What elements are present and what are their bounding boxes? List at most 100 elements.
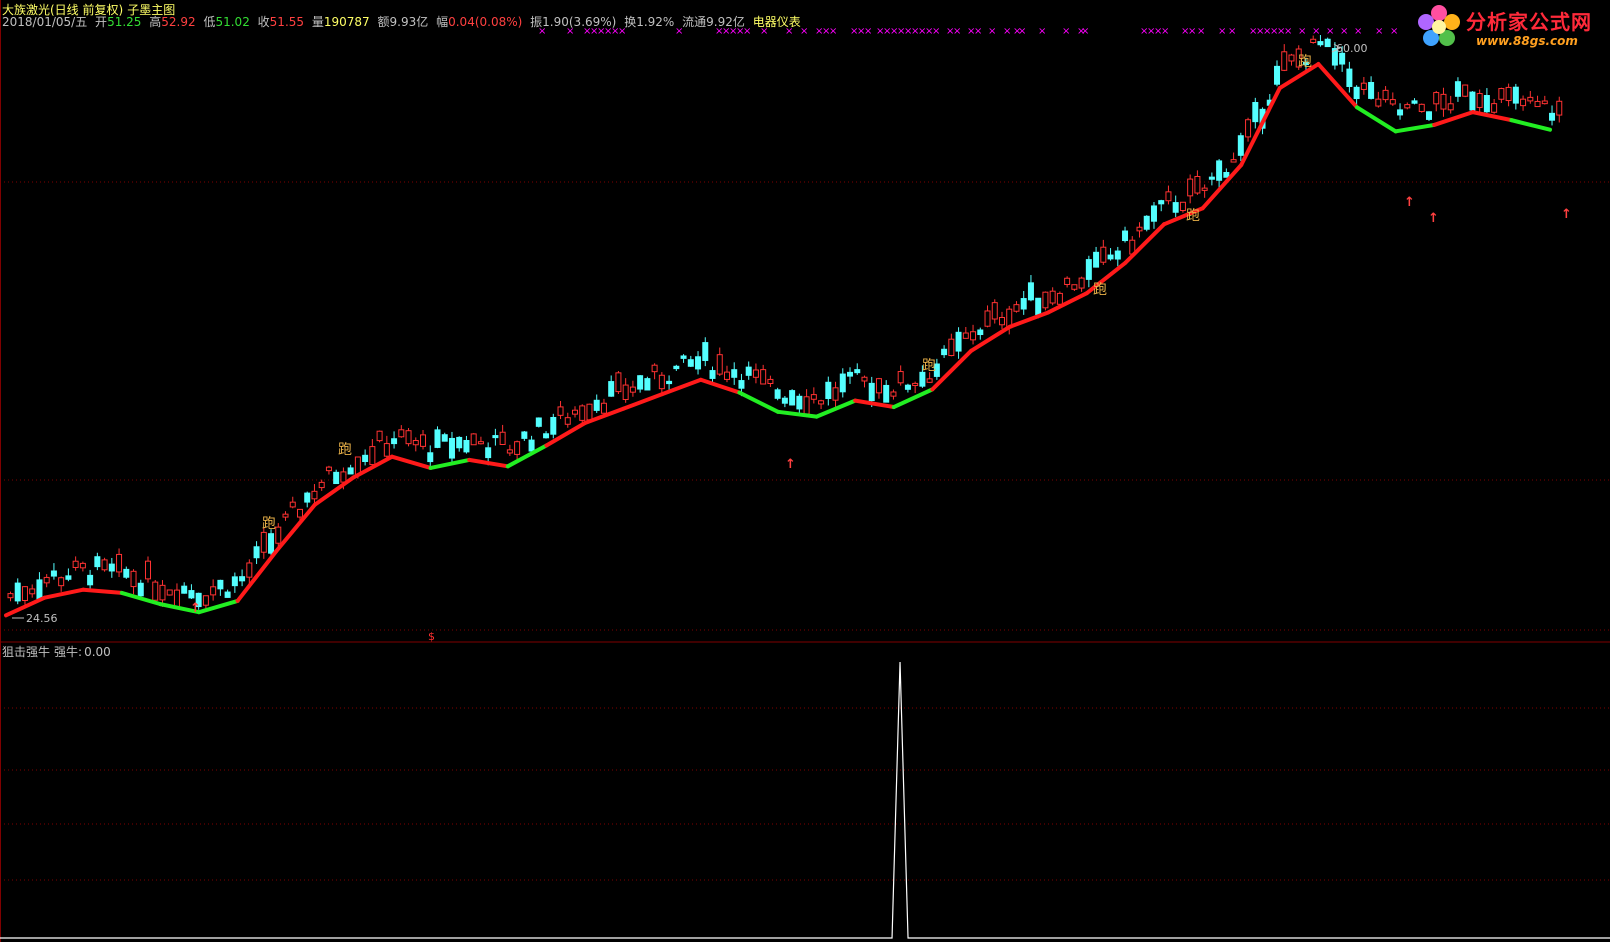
series-value: 0.00 <box>84 645 111 659</box>
candle-body <box>1187 178 1194 197</box>
candle-body <box>202 595 209 606</box>
candle-body <box>29 588 36 595</box>
candle-body <box>1274 65 1281 85</box>
candle-body <box>137 582 144 597</box>
candle-body <box>391 438 398 445</box>
ma-line-segment <box>1393 122 1437 134</box>
logo[interactable]: 分析家公式网 www.88gs.com <box>1416 2 1606 52</box>
flower-logo-icon <box>1418 5 1460 46</box>
candle-body <box>854 369 861 374</box>
candle-body <box>499 431 506 446</box>
candle-body <box>702 342 709 361</box>
cross-mark: × <box>1326 26 1334 37</box>
candle-body <box>412 440 419 446</box>
candle-body <box>296 508 303 518</box>
candle-body <box>948 338 955 357</box>
candle-body <box>1476 93 1483 108</box>
cross-mark: × <box>829 26 837 37</box>
strong-bull-line <box>0 661 1610 939</box>
candle-body <box>448 437 455 459</box>
candle-body <box>470 433 477 446</box>
candle-body <box>796 395 803 410</box>
ma-line-segment <box>81 587 124 595</box>
cross-mark: × <box>1218 26 1226 37</box>
candle-body <box>14 582 21 602</box>
open-label: 开 <box>95 15 108 29</box>
candle-body <box>485 447 492 459</box>
vol-label: 量 <box>311 15 324 29</box>
candle-body <box>1237 135 1244 156</box>
candle-body <box>745 366 752 376</box>
ma-line-segment <box>390 454 433 470</box>
close-value: 51.55 <box>269 15 305 29</box>
candle-body <box>767 378 774 384</box>
runner-icon: 跑 <box>1186 208 1200 224</box>
candle-body <box>1071 284 1078 290</box>
quote-date: 2018/01/05/五 <box>2 15 88 29</box>
subchart-header: 狙击强牛 强牛: 0.00 <box>2 643 115 660</box>
runner-icon: 跑 <box>922 358 936 374</box>
logo-url: www.88gs.com <box>1476 34 1578 48</box>
amp-value: 1.90(3.69%) <box>542 15 617 29</box>
buy-arrow-icon: ↑ <box>1404 195 1415 210</box>
candles-group <box>7 35 1563 612</box>
candle-body <box>984 310 991 327</box>
price-chart[interactable]: × × ×××××× × ××××× × × × ××× ××× ××××××××× ×× ×× × × ××… <box>0 0 1610 942</box>
float-label: 流通 <box>682 15 707 29</box>
float-value: 9.92亿 <box>706 15 745 29</box>
candle-body <box>861 376 868 382</box>
candle-body <box>637 375 644 390</box>
candle-body <box>962 332 969 339</box>
candle-body <box>1252 101 1259 123</box>
buy-arrow-icon: ↑ <box>785 457 796 472</box>
cross-mark: × <box>1354 26 1362 37</box>
ma-line-segment <box>969 324 1012 353</box>
candle-body <box>1107 254 1114 260</box>
candle-body <box>304 492 311 503</box>
candle-body <box>1100 246 1107 263</box>
candle-body <box>1368 81 1375 99</box>
candle-body <box>456 436 463 449</box>
candle-body <box>94 556 101 568</box>
candle-body <box>43 576 50 584</box>
candle-body <box>275 526 282 544</box>
max-price-label: 60.00 <box>1336 42 1368 55</box>
candle-body <box>789 390 796 406</box>
candle-body <box>463 439 470 453</box>
candle-body <box>629 386 636 393</box>
cross-mark: × <box>1312 26 1320 37</box>
ma-line-segment <box>698 377 742 395</box>
candle-body <box>173 589 180 608</box>
candle-body <box>231 576 238 587</box>
candle-body <box>181 585 188 594</box>
candle-body <box>405 430 412 445</box>
candle-body <box>897 371 904 384</box>
candle-body <box>644 378 651 391</box>
industry: 电器仪表 <box>752 15 801 29</box>
candle-body <box>723 371 730 380</box>
candle-body <box>832 387 839 401</box>
candle-body <box>253 546 260 559</box>
buy-arrow-icon: ↑ <box>1428 211 1439 226</box>
candle-body <box>550 416 557 435</box>
candle-body <box>145 560 152 580</box>
candle-body <box>376 430 383 442</box>
candle-body <box>1527 96 1534 102</box>
candle-body <box>774 389 781 399</box>
candle-body <box>260 531 267 553</box>
ma-line-segment <box>274 502 317 554</box>
ma-line-segment <box>505 443 549 469</box>
turn-label: 换 <box>624 15 637 29</box>
candle-body <box>1093 251 1100 268</box>
candle-body <box>210 586 217 596</box>
indicator-name[interactable]: 狙击强牛 <box>2 645 50 659</box>
amp-label: 振 <box>530 15 543 29</box>
candle-body <box>1035 297 1042 316</box>
candle-body <box>1223 172 1230 178</box>
cross-mark: × <box>974 26 982 37</box>
candle-body <box>72 560 79 568</box>
candle-body <box>1411 100 1418 104</box>
cross-mark: × <box>1390 26 1398 37</box>
candle-body <box>282 513 289 518</box>
candle-body <box>1483 95 1490 113</box>
